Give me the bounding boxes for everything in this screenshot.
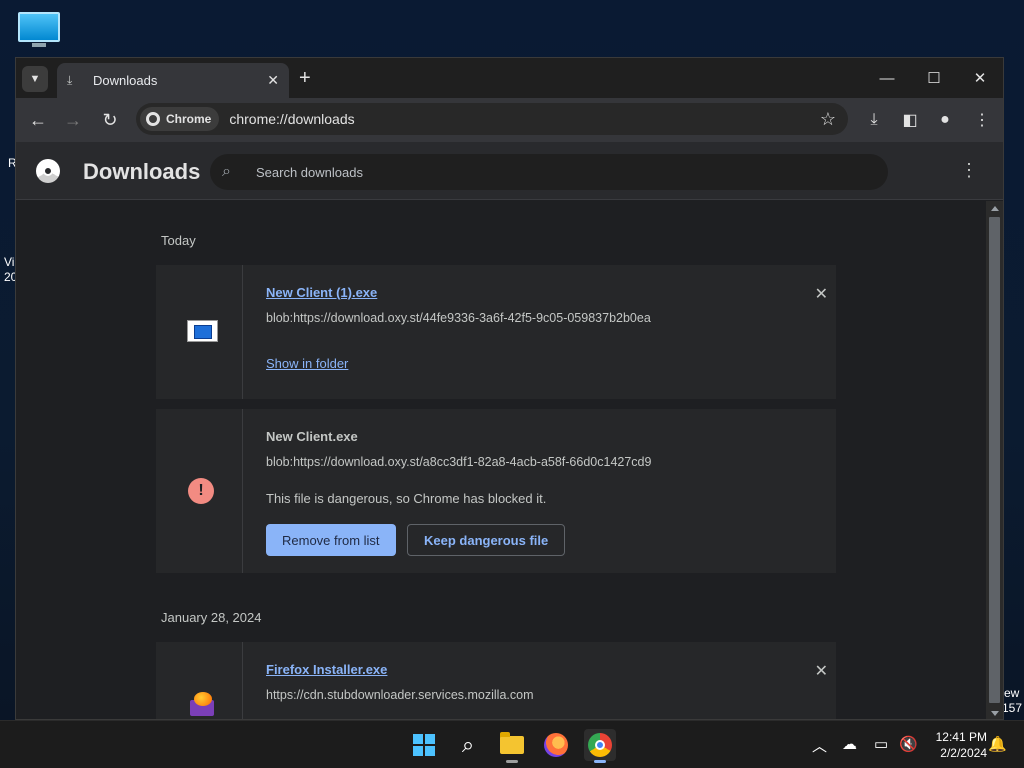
back-button[interactable]: ← [26, 108, 50, 132]
chrome-logo-icon [36, 159, 60, 183]
bookmark-star-icon[interactable]: ☆ [820, 109, 836, 130]
scrollbar-thumb[interactable] [989, 217, 1000, 703]
page-more-options-icon[interactable]: ⋮ [960, 160, 978, 181]
download-item-dangerous: ! New Client.exe blob:https://download.o… [156, 409, 836, 573]
desktop-edge-label: 157 [1002, 701, 1023, 715]
tab-close-button[interactable]: ✕ [267, 72, 279, 89]
forward-button[interactable]: → [61, 108, 85, 132]
profile-button[interactable]: ● [933, 108, 957, 132]
chrome-taskbar-button[interactable] [584, 729, 616, 763]
arrow-left-icon: ← [29, 109, 47, 130]
firefox-taskbar-button[interactable] [540, 729, 572, 761]
taskbar-search-button[interactable]: ⌕ [452, 729, 484, 761]
show-hidden-icons-chevron-icon[interactable]: ︿ [812, 735, 827, 756]
this-pc-desktop-icon[interactable] [18, 12, 60, 48]
close-window-button[interactable]: ✕ [967, 66, 993, 90]
desktop-edge-label: ew [1004, 686, 1020, 700]
chip-label: Chrome [166, 112, 212, 126]
new-tab-button[interactable]: + [299, 67, 311, 89]
scroll-down-icon[interactable] [991, 711, 999, 716]
system-clock[interactable]: 12:41 PM 2/2/2024 [927, 729, 987, 761]
tab-title: Downloads [93, 73, 158, 88]
download-source-url: blob:https://download.oxy.st/44fe9336-3a… [266, 311, 651, 325]
chevron-down-icon: ▼ [29, 73, 41, 85]
chrome-icon [146, 112, 160, 126]
file-explorer-button[interactable] [496, 729, 528, 763]
address-bar[interactable]: Chrome chrome://downloads ☆ [136, 103, 848, 135]
clock-date: 2/2/2024 [940, 746, 987, 760]
download-filename-link[interactable]: Firefox Installer.exe [266, 662, 387, 677]
download-icon: ⤓ [870, 111, 878, 128]
reload-button[interactable]: ↻ [98, 108, 122, 132]
search-placeholder: Search downloads [256, 164, 363, 180]
volume-muted-icon[interactable]: 🔇 [899, 735, 918, 753]
notification-bell-icon[interactable]: 🔔 [988, 735, 1007, 753]
show-in-folder-link[interactable]: Show in folder [266, 356, 348, 371]
windows-logo-icon [413, 734, 435, 756]
reload-icon: ↻ [102, 109, 118, 130]
chrome-icon [588, 733, 612, 757]
search-downloads-input[interactable]: ⌕ Search downloads [210, 154, 888, 190]
download-source-url: blob:https://download.oxy.st/a8cc3df1-82… [266, 455, 652, 469]
onedrive-offline-icon[interactable]: ☁ [842, 735, 857, 753]
remove-from-list-button[interactable]: Remove from list [266, 524, 396, 556]
firefox-icon [544, 733, 568, 757]
side-panel-icon: ◧ [902, 112, 918, 129]
tab-search-button[interactable]: ▼ [22, 66, 48, 92]
keep-dangerous-file-button[interactable]: Keep dangerous file [407, 524, 566, 556]
tab-downloads[interactable]: ⤓ Downloads ✕ [57, 63, 289, 98]
profile-avatar-icon: ● [940, 111, 950, 128]
danger-warning-icon: ! [188, 478, 214, 504]
downloads-list: Today New Client (1).exe blob:https://do… [16, 201, 986, 719]
network-icon[interactable]: ▭ [874, 735, 888, 753]
download-icon: ⤓ [67, 73, 73, 87]
downloads-toolbar-button[interactable]: ⤓ [862, 108, 886, 132]
minimize-button[interactable]: — [874, 66, 900, 90]
page-scrollbar[interactable] [986, 201, 1003, 719]
side-panel-button[interactable]: ◧ [898, 108, 922, 132]
remove-item-close-icon[interactable]: ✕ [815, 661, 828, 681]
download-item: New Client (1).exe blob:https://download… [156, 265, 836, 399]
taskbar: ⌕ ︿ ☁ ▭ 🔇 12:41 PM 2/2/2024 🔔 [0, 720, 1024, 768]
date-header: January 28, 2024 [161, 610, 262, 625]
date-header: Today [161, 233, 196, 248]
downloads-page: Downloads ⌕ Search downloads ⋮ Today New… [16, 142, 1003, 719]
maximize-button[interactable]: ☐ [921, 66, 947, 90]
download-item: Firefox Installer.exe https://cdn.stubdo… [156, 642, 836, 719]
desktop-edge-label: Vi [4, 255, 15, 269]
page-header: Downloads ⌕ Search downloads ⋮ [16, 142, 1003, 200]
page-title: Downloads [83, 159, 201, 184]
dangerous-file-warning: This file is dangerous, so Chrome has bl… [266, 491, 547, 506]
remove-item-close-icon[interactable]: ✕ [815, 284, 828, 304]
start-button[interactable] [408, 729, 440, 761]
url-text[interactable]: chrome://downloads [229, 111, 820, 127]
exe-file-icon [187, 320, 218, 342]
kebab-menu-icon: ⋮ [974, 112, 990, 129]
firefox-installer-icon [188, 692, 216, 716]
scroll-up-icon[interactable] [991, 206, 999, 211]
site-info-chip[interactable]: Chrome [140, 107, 220, 131]
search-icon: ⌕ [461, 732, 475, 757]
toolbar: ← → ↻ Chrome chrome://downloads ☆ ⤓ ◧ ● … [16, 98, 1003, 142]
search-icon: ⌕ [222, 163, 231, 180]
folder-icon [500, 732, 524, 754]
download-filename-link[interactable]: New Client (1).exe [266, 285, 377, 300]
download-filename: New Client.exe [266, 429, 358, 444]
clock-time: 12:41 PM [935, 730, 987, 744]
chrome-menu-button[interactable]: ⋮ [970, 108, 994, 132]
chrome-window: ▼ ⤓ Downloads ✕ + — ☐ ✕ ← → ↻ Chrome chr… [15, 57, 1004, 720]
download-source-url: https://cdn.stubdownloader.services.mozi… [266, 688, 534, 702]
arrow-right-icon: → [64, 109, 82, 130]
title-bar: ▼ ⤓ Downloads ✕ + — ☐ ✕ [16, 58, 1003, 98]
